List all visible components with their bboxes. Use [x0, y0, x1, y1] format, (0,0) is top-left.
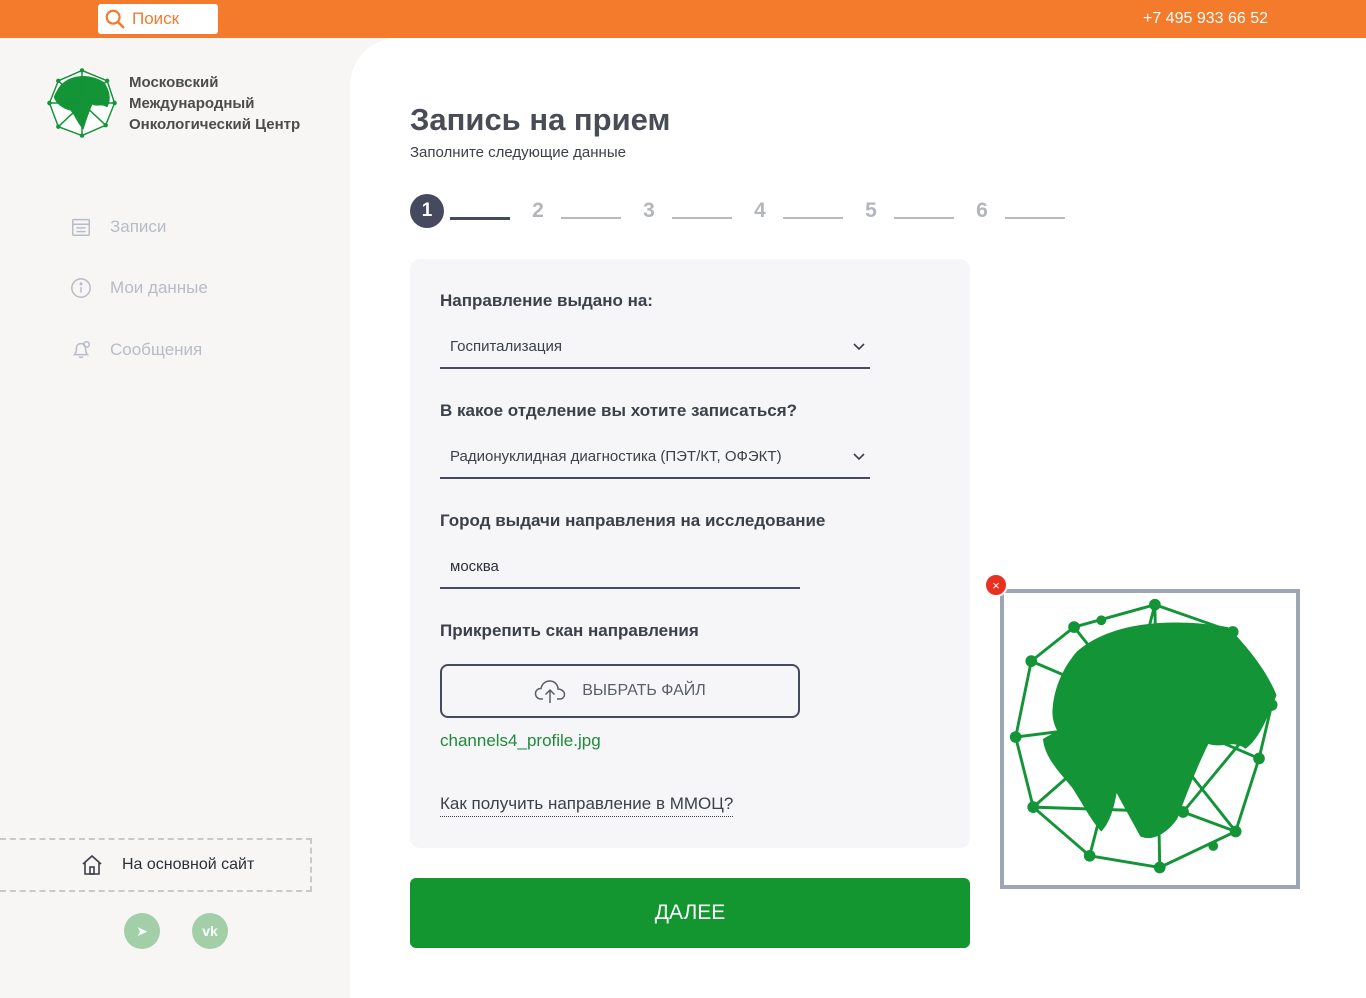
- step-divider: [450, 216, 510, 220]
- phone-number[interactable]: +7 495 933 66 52: [1143, 10, 1268, 28]
- choose-file-button[interactable]: ВЫБРАТЬ ФАЙЛ: [440, 664, 800, 718]
- sidebar: Московский Международный Онкологический …: [0, 38, 350, 998]
- info-icon: [71, 278, 91, 298]
- search-icon: [105, 9, 125, 29]
- logo-line-3: Онкологический Центр: [129, 116, 301, 133]
- step-divider: [1005, 217, 1065, 219]
- referral-value: Госпитализация: [450, 337, 562, 355]
- step-divider: [672, 217, 732, 219]
- referral-help-link[interactable]: Как получить направление в ММОЦ?: [440, 794, 734, 817]
- step-progress: 1 2 3 4 5 6: [410, 194, 1076, 228]
- search-box[interactable]: [98, 4, 218, 34]
- attach-label: Прикрепить скан направления: [440, 621, 699, 640]
- remove-file-button[interactable]: ×: [984, 573, 1008, 597]
- bell-icon: [72, 341, 90, 359]
- vk-icon: vk: [202, 923, 218, 939]
- telegram-button[interactable]: ➤: [124, 913, 160, 949]
- page-title: Запись на прием: [410, 102, 671, 137]
- sidebar-item-label: Записи: [110, 217, 167, 236]
- form-card: Направление выдано на: Госпитализация В …: [410, 259, 970, 848]
- referral-select[interactable]: Госпитализация: [440, 325, 870, 369]
- file-preview: [1000, 589, 1300, 889]
- step-divider: [561, 217, 621, 219]
- top-bar: +7 495 933 66 52: [0, 0, 1366, 38]
- globe-preview-image: [1009, 598, 1278, 874]
- choose-file-label: ВЫБРАТЬ ФАЙЛ: [582, 682, 706, 699]
- globe-logo-icon: [47, 68, 117, 138]
- home-icon: [82, 854, 102, 875]
- department-select[interactable]: Радионуклидная диагностика (ПЭТ/КТ, ОФЭК…: [440, 435, 870, 479]
- clinic-logo[interactable]: Московский Международный Онкологический …: [44, 66, 300, 140]
- logo-line-2: Международный: [129, 95, 255, 112]
- sidebar-item-messages[interactable]: Сообщения: [70, 339, 202, 361]
- sidebar-item-my-data[interactable]: Мои данные: [70, 277, 208, 299]
- main-site-link[interactable]: На основной сайт: [0, 838, 312, 892]
- sidebar-item-label: Мои данные: [110, 278, 208, 297]
- close-icon: ×: [992, 577, 1000, 593]
- department-value: Радионуклидная диагностика (ПЭТ/КТ, ОФЭК…: [450, 447, 782, 465]
- step-3[interactable]: 3: [632, 199, 666, 223]
- logo-text: Московский Международный Онкологический …: [129, 72, 300, 135]
- referral-label: Направление выдано на:: [440, 291, 653, 310]
- chevron-down-icon: [853, 343, 865, 351]
- step-2[interactable]: 2: [521, 199, 555, 223]
- chevron-down-icon: [853, 453, 865, 461]
- step-1[interactable]: 1: [410, 194, 444, 228]
- logo-line-1: Московский: [129, 74, 219, 91]
- city-input[interactable]: [440, 545, 800, 589]
- city-label: Город выдачи направления на исследование: [440, 511, 826, 530]
- telegram-icon: ➤: [136, 922, 148, 939]
- page-subtitle: Заполните следующие данные: [410, 144, 626, 161]
- sidebar-item-records[interactable]: Записи: [70, 216, 166, 238]
- main-site-label: На основной сайт: [122, 856, 255, 873]
- attached-file-name[interactable]: channels4_profile.jpg: [440, 731, 601, 751]
- cloud-upload-icon: [534, 680, 566, 703]
- step-divider: [783, 217, 843, 219]
- step-6[interactable]: 6: [965, 199, 999, 223]
- step-divider: [894, 217, 954, 219]
- step-4[interactable]: 4: [743, 199, 777, 223]
- step-5[interactable]: 5: [854, 199, 888, 223]
- next-button-label: ДАЛЕЕ: [654, 901, 726, 924]
- calendar-icon: [72, 218, 90, 236]
- next-button[interactable]: ДАЛЕЕ: [410, 878, 970, 948]
- department-label: В какое отделение вы хотите записаться?: [440, 401, 798, 420]
- vk-button[interactable]: vk: [192, 913, 228, 949]
- search-input[interactable]: [132, 9, 216, 29]
- sidebar-item-label: Сообщения: [110, 340, 203, 359]
